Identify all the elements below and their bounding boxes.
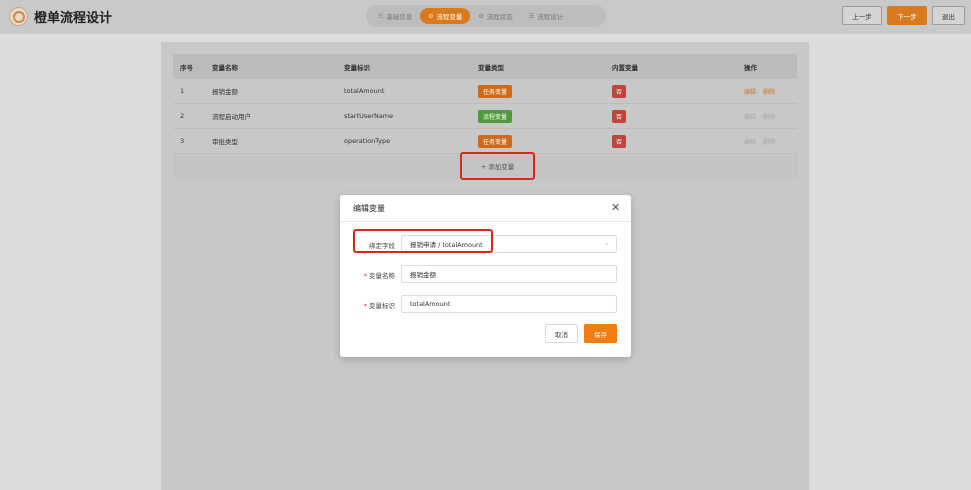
row-name: 流程启动用户 bbox=[212, 113, 251, 121]
row-key: startUserName bbox=[344, 112, 394, 120]
builtin-badge: 否 bbox=[612, 134, 627, 148]
step-tabs: ☷ 基础信息 ⊙ 流程变量 ⚙ 流程状态 ☰ 流程设计 bbox=[366, 5, 606, 27]
row-actions: 编辑 删除 bbox=[744, 137, 780, 146]
tab-label: 流程状态 bbox=[486, 13, 513, 21]
name-input[interactable]: 报销金额 bbox=[401, 265, 617, 283]
variable-icon: ⊙ bbox=[428, 12, 434, 20]
tab-label: 基础信息 bbox=[386, 13, 413, 21]
type-badge: 任务变量 bbox=[478, 84, 513, 98]
tab-basic-info[interactable]: ☷ 基础信息 bbox=[370, 8, 420, 24]
col-type: 变量类型 bbox=[478, 63, 504, 72]
divider bbox=[340, 221, 631, 222]
delete-link[interactable]: 删除 bbox=[763, 114, 775, 121]
delete-link[interactable]: 删除 bbox=[763, 89, 775, 96]
add-variable-button[interactable]: + 添加变量 bbox=[460, 152, 535, 180]
tab-label: 流程设计 bbox=[537, 13, 564, 21]
row-name: 审批类型 bbox=[212, 138, 238, 146]
builtin-badge: 否 bbox=[612, 84, 627, 98]
col-index: 序号 bbox=[180, 63, 193, 72]
key-value: totalAmount bbox=[410, 300, 451, 308]
save-button[interactable]: 保存 bbox=[584, 324, 617, 343]
prev-step-button[interactable]: 上一步 bbox=[842, 6, 882, 25]
col-actions: 操作 bbox=[744, 63, 757, 72]
edit-variable-dialog: 编辑变量 ✕ 绑定字段 报销申请 / totalAmount ⌄ * 变量名称 报… bbox=[340, 195, 631, 357]
edit-link[interactable]: 编辑 bbox=[744, 114, 756, 121]
col-builtin: 内置变量 bbox=[612, 63, 638, 72]
gear-icon: ⚙ bbox=[478, 12, 484, 20]
grid-icon: ☷ bbox=[378, 12, 384, 20]
key-label: * 变量标识 bbox=[363, 302, 395, 310]
dialog-title: 编辑变量 bbox=[353, 204, 385, 213]
exit-button[interactable]: 退出 bbox=[932, 6, 965, 25]
table-row: 2 流程启动用户 startUserName 流程变量 否 编辑 删除 bbox=[173, 104, 797, 129]
list-icon: ☰ bbox=[528, 12, 535, 20]
page-title: 橙单流程设计 bbox=[34, 11, 113, 26]
row-actions: 编辑 删除 bbox=[744, 112, 780, 121]
edit-link[interactable]: 编辑 bbox=[744, 139, 756, 146]
builtin-badge: 否 bbox=[612, 109, 627, 123]
type-badge: 任务变量 bbox=[478, 134, 513, 148]
type-badge: 流程变量 bbox=[478, 109, 513, 123]
logo-icon bbox=[9, 7, 28, 26]
tab-flow-design[interactable]: ☰ 流程设计 bbox=[521, 8, 571, 24]
row-name: 报销金额 bbox=[212, 88, 238, 96]
row-index: 3 bbox=[180, 137, 185, 145]
tab-flow-status[interactable]: ⚙ 流程状态 bbox=[470, 8, 520, 24]
cancel-button[interactable]: 取消 bbox=[545, 324, 578, 343]
name-value: 报销金额 bbox=[410, 271, 436, 279]
close-icon[interactable]: ✕ bbox=[611, 201, 620, 214]
chevron-down-icon: ⌄ bbox=[603, 240, 609, 247]
row-index: 1 bbox=[180, 87, 185, 95]
tab-label: 流程变量 bbox=[436, 13, 463, 21]
row-index: 2 bbox=[180, 112, 185, 120]
edit-link[interactable]: 编辑 bbox=[744, 89, 756, 96]
table-row: 1 报销金额 totalAmount 任务变量 否 编辑 删除 bbox=[173, 79, 797, 104]
col-name: 变量名称 bbox=[212, 63, 238, 72]
key-input[interactable]: totalAmount bbox=[401, 295, 617, 313]
row-key: totalAmount bbox=[344, 87, 385, 95]
next-step-button[interactable]: 下一步 bbox=[887, 6, 927, 25]
row-key: operationType bbox=[344, 137, 391, 145]
name-label: * 变量名称 bbox=[363, 272, 395, 280]
row-actions: 编辑 删除 bbox=[744, 87, 780, 96]
app-header: 橙单流程设计 ☷ 基础信息 ⊙ 流程变量 ⚙ 流程状态 ☰ 流程设计 上一步 下… bbox=[0, 0, 971, 34]
delete-link[interactable]: 删除 bbox=[763, 139, 775, 146]
variables-table: 序号 变量名称 变量标识 变量类型 内置变量 操作 1 报销金额 totalAm… bbox=[173, 54, 797, 154]
table-header: 序号 变量名称 变量标识 变量类型 内置变量 操作 bbox=[173, 54, 797, 79]
bind-field-highlight bbox=[353, 229, 493, 253]
table-row: 3 审批类型 operationType 任务变量 否 编辑 删除 bbox=[173, 129, 797, 154]
tab-flow-variables[interactable]: ⊙ 流程变量 bbox=[420, 8, 471, 24]
col-key: 变量标识 bbox=[344, 63, 370, 72]
